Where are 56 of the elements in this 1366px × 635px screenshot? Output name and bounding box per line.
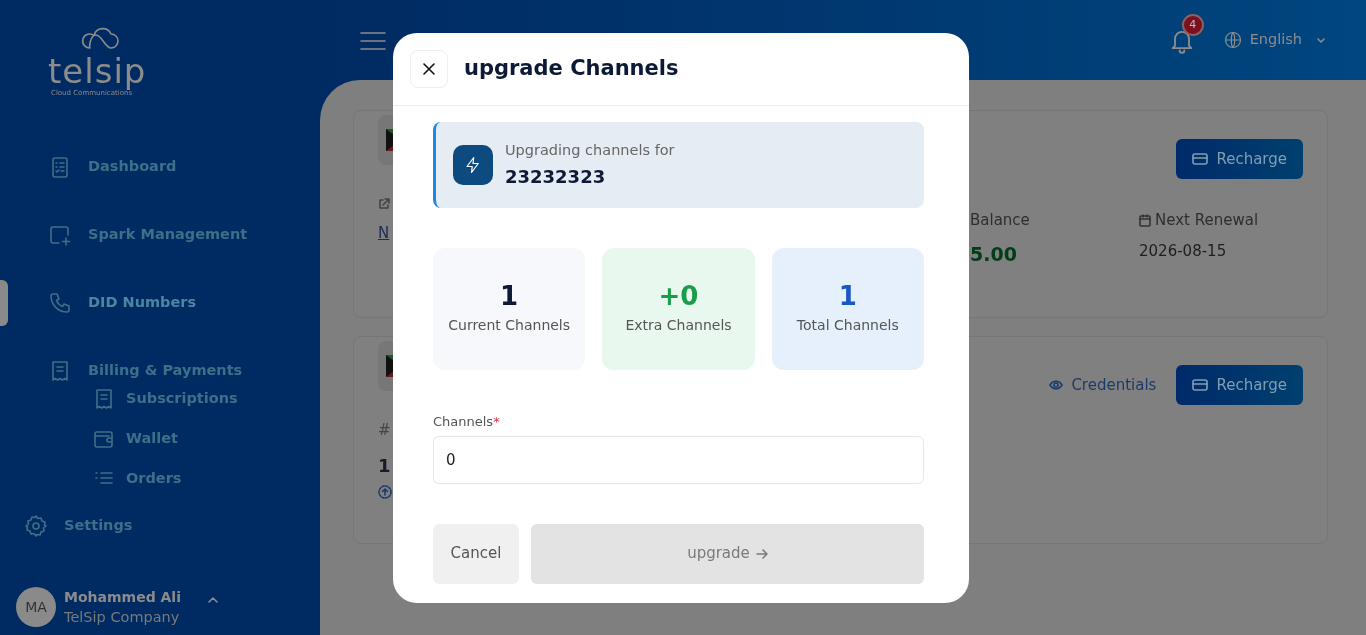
info-label: Upgrading channels for xyxy=(505,140,675,160)
count-value: 1 xyxy=(378,453,392,478)
close-icon xyxy=(422,62,436,76)
upload-circle-icon xyxy=(378,484,392,499)
stat-label: Current Channels xyxy=(448,315,571,335)
active-indicator xyxy=(0,280,8,326)
number-value: 23232323 xyxy=(505,165,607,190)
sidebar-subitem[interactable]: Wallet xyxy=(92,427,178,451)
sidebar-item[interactable]: DID Numbers xyxy=(48,291,197,315)
recharge-button[interactable]: Recharge xyxy=(1176,365,1303,405)
chevron-up-icon xyxy=(206,594,219,606)
add-square-icon xyxy=(48,223,72,247)
phone-icon xyxy=(48,291,72,315)
eye-icon xyxy=(1049,379,1064,391)
card-icon xyxy=(1192,152,1209,166)
hash-label: # xyxy=(378,420,392,441)
channels-input[interactable]: 0 xyxy=(433,435,924,484)
stat-value: 1 xyxy=(838,281,857,313)
gear-icon xyxy=(24,514,48,538)
notifications-button[interactable]: 4 xyxy=(1167,14,1210,54)
cancel-button[interactable]: Cancel xyxy=(433,523,519,584)
renewal-label: Next Renewal xyxy=(1155,210,1259,231)
required-mark: * xyxy=(493,414,500,429)
dialog-title: upgrade Channels xyxy=(464,56,679,82)
chevron-down-icon xyxy=(1316,35,1326,45)
stat-label: Total Channels xyxy=(796,315,899,335)
stat-value: +0 xyxy=(658,281,699,313)
sidebar-subitem[interactable]: Subscriptions xyxy=(92,387,238,411)
stat-value: 1 xyxy=(500,281,519,313)
notification-count: 4 xyxy=(1181,14,1204,36)
arrow-right-icon xyxy=(755,547,768,560)
card-icon xyxy=(1192,378,1209,392)
external-link-icon xyxy=(378,198,390,210)
language-selector[interactable]: English xyxy=(1223,29,1326,51)
renewal-date: 2026-08-15 xyxy=(1139,240,1228,262)
calendar-icon xyxy=(1139,213,1151,227)
stat-label: Extra Channels xyxy=(625,315,732,335)
close-button[interactable] xyxy=(410,50,448,88)
link[interactable]: N xyxy=(378,222,394,245)
credentials-link[interactable]: Credentials xyxy=(1049,373,1157,397)
menu-icon xyxy=(360,30,386,51)
sidebar-subitem[interactable]: Orders xyxy=(92,467,182,491)
lightning-icon xyxy=(464,156,482,174)
avatar: MA xyxy=(16,587,56,627)
balance-label: Balance xyxy=(970,210,1031,231)
sidebar-item[interactable]: Dashboard xyxy=(48,155,177,179)
sidebar-item[interactable]: Billing & Payments xyxy=(48,359,243,383)
field-label: Channels* xyxy=(433,413,501,431)
sidebar-item[interactable]: Spark Management xyxy=(48,223,248,247)
balance-value: 5.00 xyxy=(970,241,1018,267)
logo-wordmark: telsip xyxy=(48,54,148,88)
user-name: Mohammed Ali xyxy=(64,588,181,607)
sidebar-item[interactable]: Settings xyxy=(24,514,133,538)
globe-icon xyxy=(1223,31,1242,49)
user-company: TelSip Company xyxy=(64,608,181,627)
recharge-button[interactable]: Recharge xyxy=(1176,139,1303,179)
